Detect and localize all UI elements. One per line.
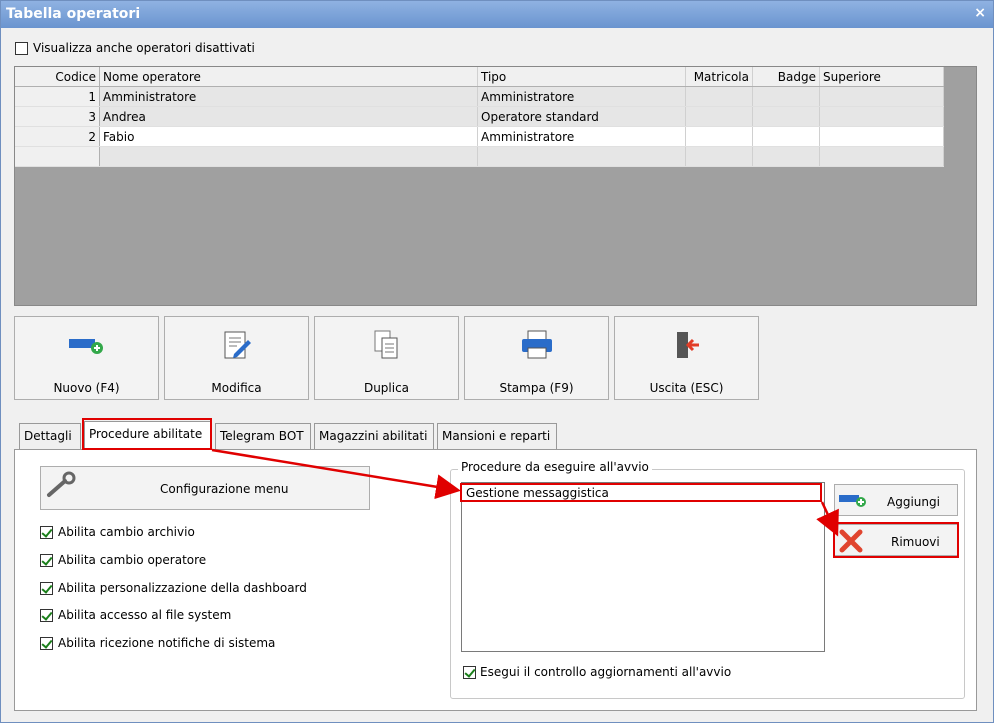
annotation-arrows (211, 448, 839, 537)
arrow-list-to-remove (816, 501, 839, 537)
arrow-tab-to-list (211, 448, 461, 500)
